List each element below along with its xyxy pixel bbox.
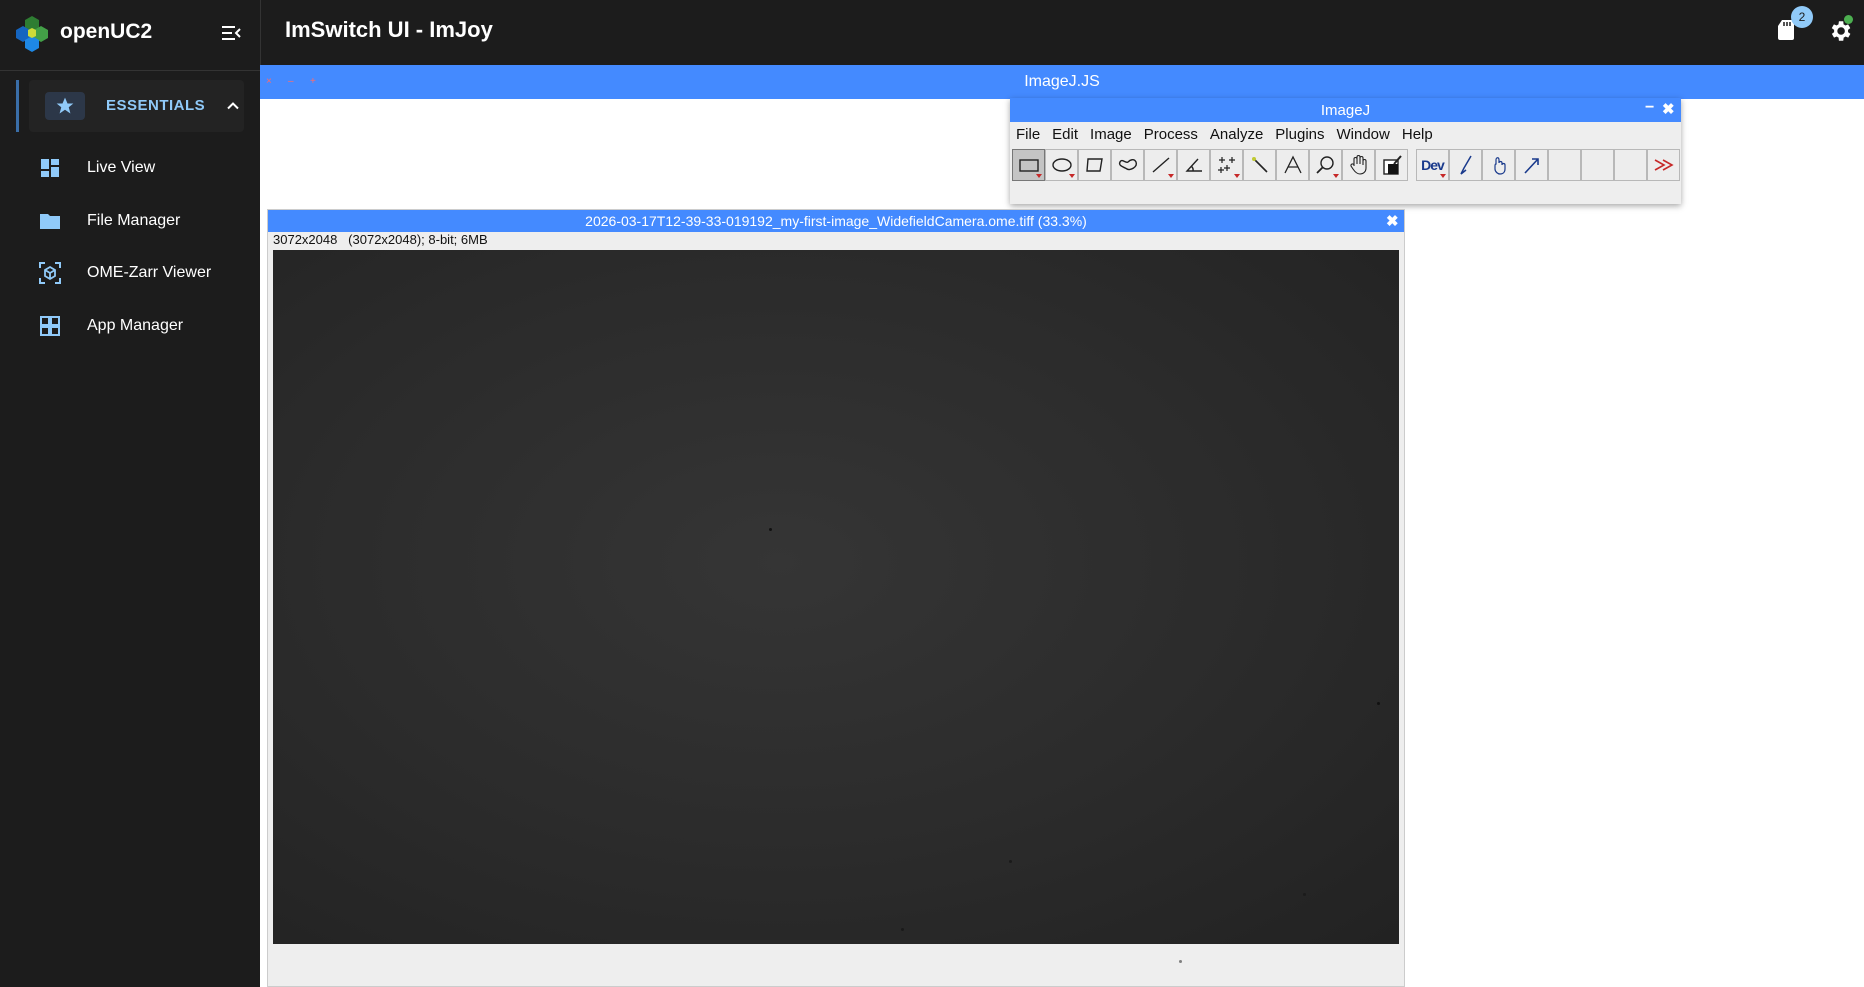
menu-process[interactable]: Process: [1144, 126, 1198, 143]
more-tools-icon[interactable]: [1647, 149, 1680, 181]
brush-tool-icon[interactable]: [1449, 149, 1482, 181]
section-label: ESSENTIALS: [106, 97, 206, 114]
image-window: 2026-03-17T12-39-33-019192_my-first-imag…: [267, 209, 1405, 987]
image-title: 2026-03-17T12-39-33-019192_my-first-imag…: [585, 213, 1087, 229]
divider: [0, 70, 260, 71]
image-speck: [1009, 860, 1012, 863]
pencil-tool-icon[interactable]: [1482, 149, 1515, 181]
page-title: ImSwitch UI - ImJoy: [285, 17, 493, 42]
section-essentials-header[interactable]: ESSENTIALS: [29, 80, 244, 132]
top-app-bar: ImSwitch UI - ImJoy 2: [260, 0, 1864, 65]
empty-tool-slot[interactable]: [1581, 149, 1614, 181]
section-essentials[interactable]: ESSENTIALS: [16, 80, 244, 132]
close-icon[interactable]: ✖: [1662, 100, 1675, 118]
imagejs-window-bar: × – + ImageJ.JS: [260, 65, 1864, 99]
sidebar: openUC2 ESSENTIALS Live View File Manage…: [0, 0, 260, 987]
sidebar-item-live-view[interactable]: Live View: [0, 144, 260, 192]
imagejs-title: ImageJ.JS: [1024, 73, 1100, 90]
brand: openUC2: [0, 0, 260, 66]
menu-image[interactable]: Image: [1090, 126, 1132, 143]
menu-file[interactable]: File: [1016, 126, 1040, 143]
sidebar-item-label: File Manager: [87, 212, 181, 229]
imagej-titlebar[interactable]: ImageJ − ✖: [1010, 98, 1681, 122]
close-icon[interactable]: ✖: [1386, 212, 1399, 230]
apps-grid-icon: [40, 316, 60, 336]
imagej-title: ImageJ: [1320, 102, 1371, 119]
menu-analyze[interactable]: Analyze: [1210, 126, 1263, 143]
image-speck: [1179, 960, 1182, 963]
line-tool-icon[interactable]: [1144, 149, 1177, 181]
point-tool-icon[interactable]: [1210, 149, 1243, 181]
imagej-window: ImageJ − ✖ File Edit Image Process Analy…: [1010, 98, 1681, 204]
sidebar-item-label: Live View: [87, 159, 156, 176]
minimize-icon[interactable]: −: [1645, 99, 1654, 117]
imagej-toolbar: Dev: [1012, 149, 1680, 181]
menu-window[interactable]: Window: [1337, 126, 1390, 143]
folder-icon: [40, 214, 60, 229]
empty-tool-slot[interactable]: [1548, 149, 1581, 181]
sidebar-item-file-manager[interactable]: File Manager: [0, 197, 260, 245]
menu-collapse-icon[interactable]: [219, 21, 243, 45]
image-speck: [1377, 702, 1380, 705]
sidebar-item-label: App Manager: [87, 317, 184, 334]
color-picker-tool-icon[interactable]: [1375, 149, 1408, 181]
cube-scan-icon: [39, 262, 61, 284]
menu-plugins[interactable]: Plugins: [1275, 126, 1324, 143]
image-info: 3072x2048 (3072x2048); 8-bit; 6MB: [273, 232, 488, 247]
image-canvas[interactable]: [273, 250, 1399, 963]
image-titlebar[interactable]: 2026-03-17T12-39-33-019192_my-first-imag…: [268, 210, 1404, 232]
developer-menu-button[interactable]: Dev: [1416, 149, 1449, 181]
brand-name: openUC2: [60, 20, 153, 43]
rectangle-tool-icon[interactable]: [1012, 149, 1045, 181]
angle-tool-icon[interactable]: [1177, 149, 1210, 181]
oval-tool-icon[interactable]: [1045, 149, 1078, 181]
chevron-up-icon[interactable]: [223, 96, 243, 116]
sidebar-item-ome-zarr-viewer[interactable]: OME-Zarr Viewer: [0, 249, 260, 297]
magnifier-tool-icon[interactable]: [1309, 149, 1342, 181]
menu-help[interactable]: Help: [1402, 126, 1433, 143]
openuc2-logo-icon: [16, 16, 48, 52]
empty-tool-slot[interactable]: [1614, 149, 1647, 181]
dashboard-icon: [41, 159, 59, 177]
text-tool-icon[interactable]: [1276, 149, 1309, 181]
image-speck: [769, 528, 772, 531]
freehand-tool-icon[interactable]: [1111, 149, 1144, 181]
imagej-menubar: File Edit Image Process Analyze Plugins …: [1010, 122, 1681, 146]
image-speck: [1303, 893, 1306, 896]
dev-label: Dev: [1421, 157, 1445, 173]
notification-badge: 2: [1791, 6, 1813, 28]
sidebar-item-app-manager[interactable]: App Manager: [0, 302, 260, 350]
arrow-tool-icon[interactable]: [1515, 149, 1548, 181]
menu-edit[interactable]: Edit: [1052, 126, 1078, 143]
wand-tool-icon[interactable]: [1243, 149, 1276, 181]
image-speck: [901, 928, 904, 931]
sidebar-item-label: OME-Zarr Viewer: [87, 264, 212, 281]
status-indicator: [1844, 15, 1853, 24]
star-icon: [45, 92, 85, 120]
polygon-tool-icon[interactable]: [1078, 149, 1111, 181]
hand-tool-icon[interactable]: [1342, 149, 1375, 181]
